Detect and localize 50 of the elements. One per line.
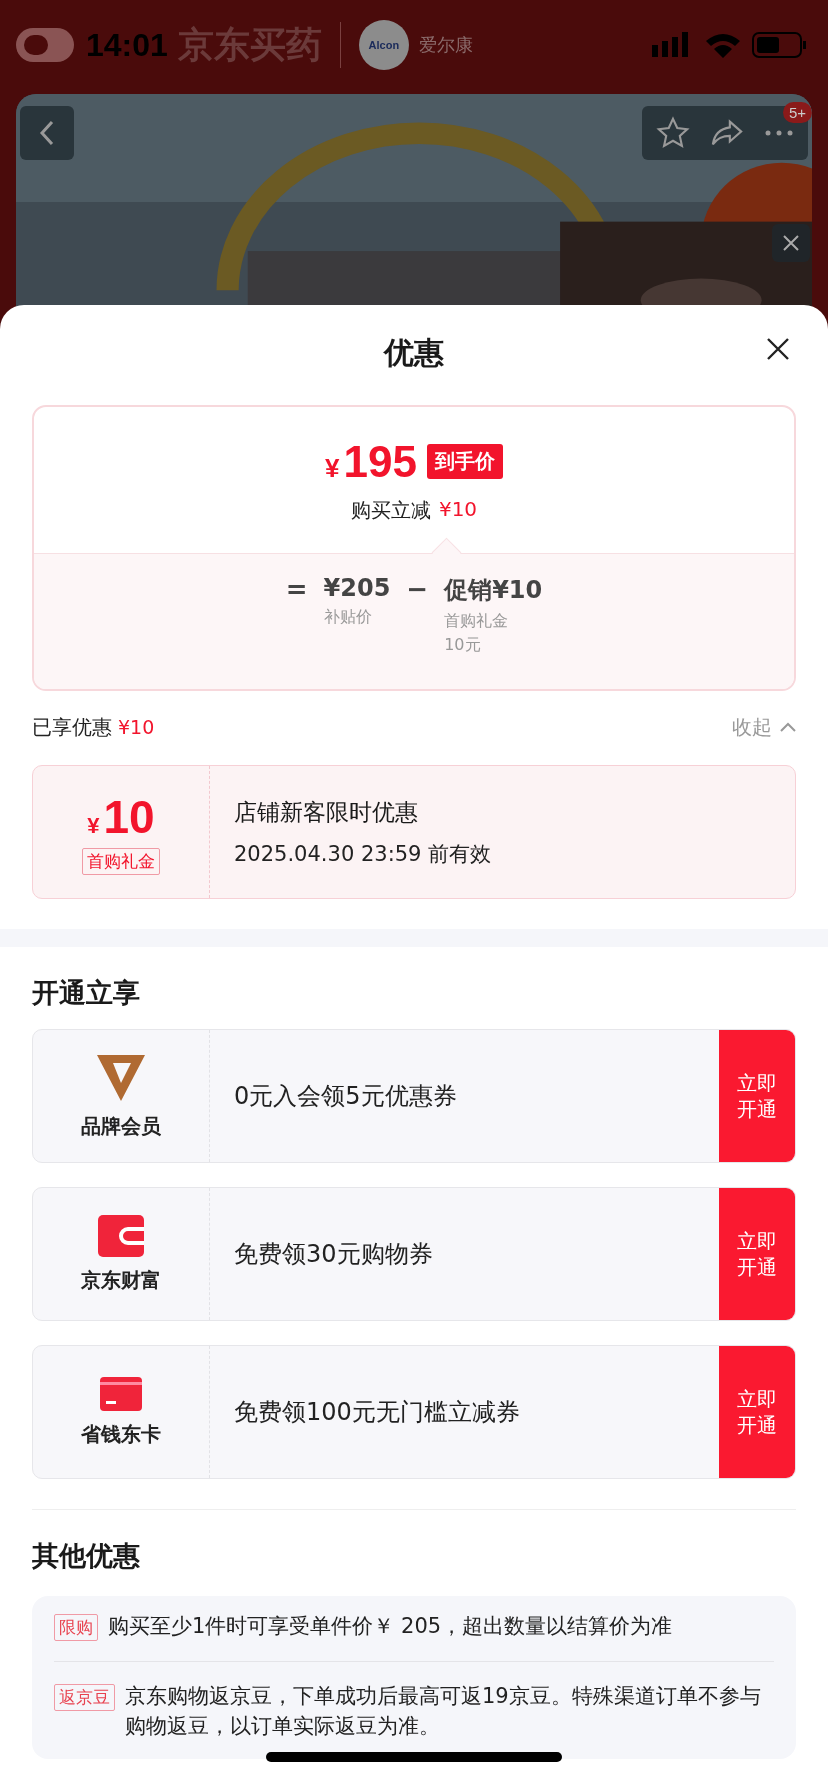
offer-text: 免费领100元无门槛立减券 (233, 1397, 521, 1428)
offer-name: 品牌会员 (81, 1112, 161, 1140)
final-price: ¥195 (325, 436, 417, 487)
more-icon[interactable] (764, 128, 794, 138)
activate-button[interactable]: 立即 开通 (719, 1030, 795, 1162)
status-time: 14:01 (86, 26, 168, 64)
formula-label: 补贴价 (323, 608, 373, 626)
coupon-title: 店铺新客限时优惠 (234, 797, 419, 827)
card-icon (100, 1376, 142, 1411)
formula-operator: = (285, 574, 308, 604)
offer-description: 购买至少1件时可享受单件价￥ 205，超出数量以结算价为准 (108, 1613, 673, 1640)
offer-description: 京东购物返京豆，下单成功后最高可返19京豆。特殊渠道订单不参与购物返豆，以订单实际返豆为准。 (125, 1683, 762, 1740)
close-icon (782, 234, 800, 252)
back-button[interactable] (20, 106, 74, 160)
wifi-icon (704, 31, 742, 59)
v-logo-icon (95, 1052, 147, 1103)
sheet-title: 优惠 (384, 333, 444, 372)
enjoyed-amount: ¥10 (118, 716, 155, 738)
coupon-amount: ¥10 (87, 789, 155, 844)
brand-name: 爱尔康 (418, 33, 473, 57)
back-icon (39, 119, 55, 147)
close-icon (766, 337, 790, 361)
star-icon[interactable] (656, 116, 690, 150)
collapse-toggle[interactable]: 收起 (732, 713, 796, 741)
offer-tag: 返京豆 (54, 1684, 115, 1712)
chevron-icon (780, 722, 796, 732)
close-button[interactable] (766, 337, 790, 361)
activate-button[interactable]: 立即 开通 (719, 1346, 795, 1478)
offer-name: 京东财富 (81, 1266, 161, 1294)
activate-button[interactable]: 立即 开通 (719, 1188, 795, 1320)
brand-logo: Alcon (358, 20, 409, 70)
offer-tag: 限购 (54, 1614, 98, 1641)
coupon-validity: 2025.04.30 23:59 前有效 (234, 840, 492, 868)
section-title: 其他优惠 (32, 1539, 141, 1573)
offer-text: 免费领30元购物券 (233, 1239, 434, 1270)
offer-name: 省钱东卡 (81, 1420, 161, 1448)
formula-value: 促销¥10 (444, 575, 543, 606)
offer-text: 0元入会领5元优惠券 (233, 1081, 458, 1112)
formula-value: ¥205 (323, 574, 391, 602)
battery-icon (752, 31, 808, 59)
discount-amount: ¥10 (438, 496, 478, 523)
discount-label: 购买立减 (350, 496, 431, 524)
formula-operator: − (406, 574, 429, 604)
formula-label: 首购礼金 (444, 612, 510, 630)
coupon-tag: 首购礼金 (82, 847, 160, 875)
price-tag: 到手价 (426, 444, 503, 479)
wallet-icon (98, 1214, 144, 1257)
formula-label: 10元 (444, 635, 482, 654)
enjoyed-label: 已享优惠 (32, 713, 112, 741)
section-title: 开通立享 (32, 976, 141, 1010)
